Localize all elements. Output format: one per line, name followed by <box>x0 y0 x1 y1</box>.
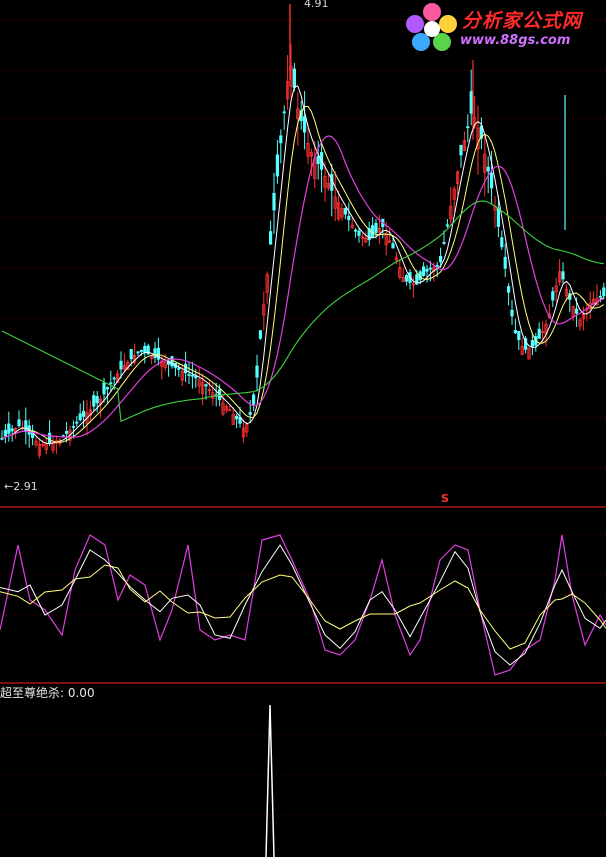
candle-body <box>48 432 52 444</box>
candle-body <box>316 155 320 165</box>
site-logo: 分析家公式网 www.88gs.com <box>404 2 604 54</box>
candle-body <box>435 264 439 267</box>
candle-body <box>530 339 535 347</box>
signal-spike <box>265 704 275 857</box>
candle-body <box>282 111 286 114</box>
candle-body <box>506 286 511 293</box>
candle-body <box>248 412 252 415</box>
candle-body <box>112 377 116 380</box>
candle-body <box>183 363 188 374</box>
candle-body <box>391 243 395 249</box>
moving-average-lines <box>1 85 605 445</box>
candle-body <box>187 374 191 376</box>
candle-body <box>268 231 273 245</box>
candle-body <box>92 395 96 407</box>
candle-body <box>517 330 521 341</box>
candle-body <box>551 291 555 301</box>
candle-body <box>513 330 518 334</box>
candle-body <box>343 207 348 215</box>
candle-body <box>500 237 504 248</box>
price-high-label: 4.91 <box>304 0 329 10</box>
candle-body <box>78 413 82 421</box>
candle-body <box>428 267 433 270</box>
candle-body <box>537 328 541 339</box>
indicator-readout: 超至尊绝杀: 0.00 <box>0 686 95 700</box>
candle-body <box>65 431 69 434</box>
candle-body <box>561 271 565 280</box>
candle-body <box>17 419 21 427</box>
panel-separators <box>0 506 606 684</box>
candle-body <box>7 423 11 434</box>
candle-body <box>275 154 280 177</box>
candle-body <box>575 308 579 314</box>
candle-body <box>251 394 256 405</box>
candle-body <box>129 349 133 360</box>
candle-body <box>357 230 361 236</box>
candle-body <box>255 365 259 378</box>
candle-body <box>170 356 174 367</box>
candle-body <box>3 429 7 437</box>
candle-body <box>496 207 501 227</box>
candle-body <box>279 135 283 144</box>
candle-body <box>425 268 429 272</box>
candle-body <box>105 387 109 390</box>
candle-body <box>347 215 351 221</box>
candle-body <box>190 374 194 377</box>
candle-body <box>143 345 147 353</box>
ma-magenta-line <box>1 135 604 440</box>
candle-body <box>469 91 473 114</box>
candle-body <box>95 396 99 404</box>
flower-icon <box>406 3 457 51</box>
candle-body <box>204 384 208 387</box>
candle-body <box>503 256 507 269</box>
candle-body <box>75 421 79 424</box>
candle-body <box>71 426 75 428</box>
candle-body <box>302 116 307 133</box>
candle-body <box>602 287 606 297</box>
candle-body <box>598 295 603 298</box>
candle-body <box>353 229 358 232</box>
candle-body <box>374 222 378 233</box>
candle-body <box>82 410 86 417</box>
ma-yellow-line <box>1 106 605 443</box>
candle-body <box>459 144 463 156</box>
candle-body <box>10 428 14 432</box>
oscillator-slow-line <box>0 564 606 650</box>
candle-body <box>177 367 181 370</box>
candle-body <box>510 309 514 317</box>
candle-body <box>24 420 28 432</box>
candle-body <box>258 330 263 339</box>
stock-chart-canvas[interactable] <box>0 0 606 857</box>
candle-body <box>442 242 446 244</box>
price-low-label: ←2.91 <box>4 480 38 493</box>
candle-body <box>136 351 140 354</box>
candle-body <box>404 274 409 282</box>
candle-body <box>421 266 426 276</box>
candlestick-series <box>0 4 606 459</box>
logo-url: www.88gs.com <box>460 33 571 48</box>
candle-body <box>292 68 297 88</box>
ma-white-line <box>1 85 605 445</box>
candle-body <box>466 126 470 129</box>
candle-body <box>445 224 450 227</box>
candle-body <box>109 382 113 385</box>
candle-body <box>153 348 157 358</box>
candle-body <box>489 172 494 189</box>
candle-body <box>234 415 239 420</box>
candle-body <box>139 350 143 352</box>
logo-title: 分析家公式网 <box>462 10 583 32</box>
candle-body <box>102 382 106 395</box>
candle-body <box>438 255 443 263</box>
candle-body <box>370 225 375 238</box>
candle-body <box>486 166 490 172</box>
oscillator-fast-line <box>0 534 606 676</box>
signal-panel <box>265 704 275 857</box>
sell-signal-marker: S <box>441 492 449 505</box>
candle-body <box>119 360 123 370</box>
oscillator-panel <box>0 534 606 676</box>
candle-body <box>272 192 276 211</box>
